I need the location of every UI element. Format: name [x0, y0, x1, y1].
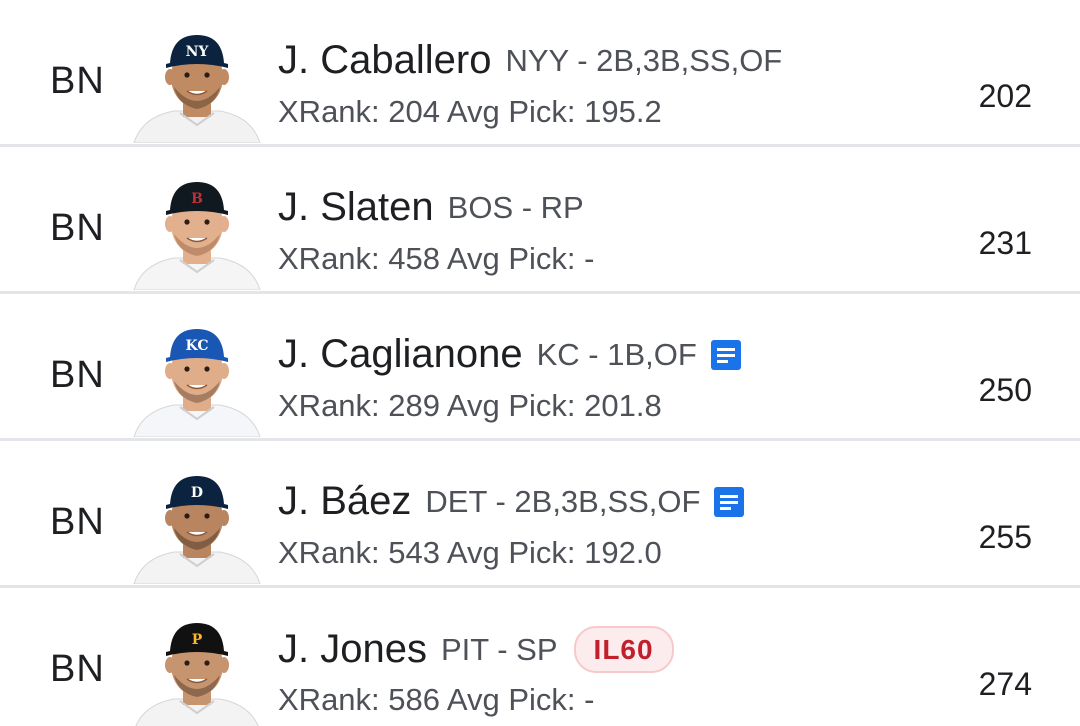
- name-line: J. Caballero NYY - 2B,3B,SS,OF: [278, 38, 782, 83]
- player-name-link[interactable]: J. Jones: [278, 627, 427, 672]
- roster-slot[interactable]: BN: [50, 501, 105, 544]
- player-headshot[interactable]: D: [128, 474, 266, 584]
- team-position: PIT - SP: [440, 631, 558, 667]
- svg-text:P: P: [192, 632, 203, 648]
- name-line: J. Caglianone KC - 1B,OF: [278, 332, 741, 377]
- player-name-link[interactable]: J. Caballero: [278, 38, 491, 83]
- player-row[interactable]: BN P J. Jones PIT - SP IL60 XRank: 586 A…: [0, 588, 1080, 726]
- player-stats: XRank: 543 Avg Pick: 192.0: [278, 535, 662, 570]
- player-row[interactable]: BN KC J. Caglianone KC - 1B,OF XRank: 28…: [0, 294, 1080, 441]
- player-headshot[interactable]: P: [128, 621, 266, 726]
- name-line: J. Jones PIT - SP IL60: [278, 626, 674, 673]
- roster-slot[interactable]: BN: [50, 207, 105, 250]
- team-position: KC - 1B,OF: [536, 336, 697, 372]
- player-name-link[interactable]: J. Slaten: [278, 185, 434, 230]
- player-stats: XRank: 289 Avg Pick: 201.8: [278, 388, 662, 423]
- player-headshot[interactable]: NY: [128, 33, 266, 143]
- name-line: J. Slaten BOS - RP: [278, 185, 584, 230]
- player-name-link[interactable]: J. Báez: [278, 479, 411, 524]
- rank-value: 202: [978, 78, 1032, 114]
- player-stats: XRank: 458 Avg Pick: -: [278, 241, 595, 276]
- rank-value: 250: [978, 372, 1032, 408]
- roster-slot[interactable]: BN: [50, 60, 105, 103]
- svg-text:NY: NY: [186, 44, 210, 60]
- svg-text:B: B: [191, 191, 203, 207]
- roster-slot[interactable]: BN: [50, 354, 105, 397]
- player-row[interactable]: BN B J. Slaten BOS - RP XRank: 458 Avg P…: [0, 147, 1080, 294]
- roster-list: BN NY J. Caballero NYY - 2B,3B,SS,OF XRa…: [0, 0, 1080, 726]
- svg-text:KC: KC: [186, 338, 209, 354]
- svg-text:D: D: [191, 485, 203, 501]
- rank-value: 231: [978, 225, 1032, 261]
- name-line: J. Báez DET - 2B,3B,SS,OF: [278, 479, 745, 524]
- player-note-icon[interactable]: [710, 339, 741, 370]
- injury-status-badge: IL60: [573, 626, 674, 673]
- player-note-icon[interactable]: [714, 486, 745, 517]
- team-position: DET - 2B,3B,SS,OF: [425, 483, 701, 519]
- roster-slot[interactable]: BN: [50, 648, 105, 691]
- rank-value: 274: [978, 666, 1032, 702]
- player-headshot[interactable]: KC: [128, 327, 266, 437]
- team-position: BOS - RP: [447, 189, 584, 225]
- player-stats: XRank: 204 Avg Pick: 195.2: [278, 94, 662, 129]
- player-headshot[interactable]: B: [128, 180, 266, 290]
- player-stats: XRank: 586 Avg Pick: -: [278, 682, 595, 717]
- rank-value: 255: [978, 519, 1032, 555]
- player-row[interactable]: BN D J. Báez DET - 2B,3B,SS,OF XRank: 54…: [0, 441, 1080, 588]
- team-position: NYY - 2B,3B,SS,OF: [505, 42, 783, 78]
- player-name-link[interactable]: J. Caglianone: [278, 332, 523, 377]
- player-row[interactable]: BN NY J. Caballero NYY - 2B,3B,SS,OF XRa…: [0, 0, 1080, 147]
